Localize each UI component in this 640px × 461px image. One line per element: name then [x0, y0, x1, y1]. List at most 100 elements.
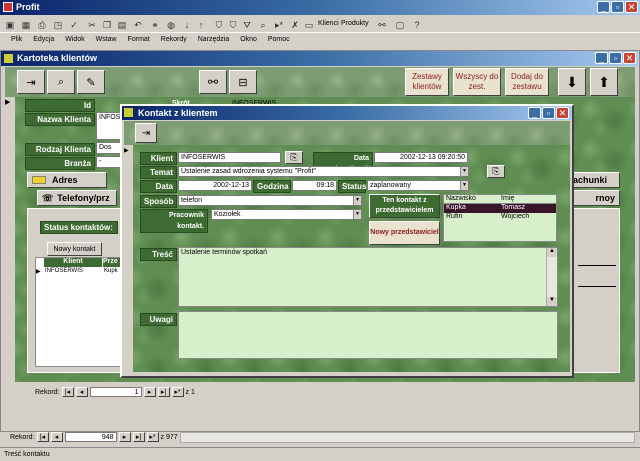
record-selector[interactable]: ▶ — [5, 97, 15, 382]
menu-edycja[interactable]: Edycja — [33, 36, 54, 43]
dialog-record-selector[interactable]: ▶ — [124, 145, 133, 372]
sposob-field[interactable]: telefon ▼ — [178, 195, 362, 206]
preview-icon[interactable]: ◳ — [51, 19, 65, 31]
rep-row-1[interactable]: Kupka Tomasz — [444, 204, 556, 213]
pracownik-field[interactable]: Koziołek ▼ — [211, 209, 362, 220]
menu-rekordy[interactable]: Rekordy — [161, 36, 187, 43]
sort-asc-icon[interactable]: ↓ — [180, 19, 194, 31]
save-icon[interactable]: ▦ — [19, 19, 33, 31]
undo-icon[interactable]: ↶ — [131, 19, 145, 31]
dialog-exit-button[interactable]: ⇥ — [135, 123, 157, 143]
print-icon[interactable]: ⎙ — [35, 19, 49, 31]
rep-header-nazwisko: Nazwisko — [446, 195, 476, 202]
edit-button[interactable]: ✎ — [77, 70, 105, 94]
list-button[interactable]: ⊟ — [229, 70, 257, 94]
footer-scrollbar[interactable] — [180, 432, 635, 443]
tab-adres[interactable]: Adres — [27, 172, 107, 188]
klient-field[interactable]: INFOSERWIS — [178, 152, 281, 163]
kartoteka-minimize[interactable]: _ — [595, 52, 608, 64]
scroll-down-icon[interactable]: ▼ — [547, 297, 557, 306]
menu-narzedzia[interactable]: Narzędzia — [198, 36, 230, 43]
pracownik-dropdown-icon[interactable]: ▼ — [353, 210, 361, 219]
footer-new-button[interactable]: ▸* — [146, 432, 159, 442]
klient-lookup-button[interactable]: ⎘ — [285, 151, 303, 164]
new-record-icon[interactable]: ▸* — [272, 19, 286, 31]
footer-prev-button[interactable]: ◂ — [50, 432, 63, 442]
dialog-close[interactable]: ✕ — [556, 107, 569, 119]
sposob-dropdown-icon[interactable]: ▼ — [353, 196, 361, 205]
copy-icon[interactable]: ❐ — [100, 19, 114, 31]
inner-next-button[interactable]: ▸ — [143, 387, 156, 397]
subtable-row-klient[interactable]: INFOSERWIS — [45, 268, 83, 274]
maximize-button[interactable]: ▫ — [611, 1, 624, 13]
inner-first-button[interactable]: |◂ — [61, 387, 74, 397]
rep-row-2[interactable]: Rufin Wojciech — [444, 213, 556, 222]
inner-prev-button[interactable]: ◂ — [75, 387, 88, 397]
binoculars-icon[interactable]: ⚯ — [375, 19, 389, 31]
uwagi-field[interactable] — [178, 311, 558, 359]
temat-dropdown-icon[interactable]: ▼ — [460, 167, 468, 176]
help-icon[interactable]: ? — [410, 19, 424, 31]
temat-lookup-button[interactable]: ⎘ — [487, 165, 505, 178]
menu-plik[interactable]: Plik — [11, 36, 22, 43]
temat-field[interactable]: Ustalenie zasad wdrożenia systemu "Profi… — [178, 166, 469, 177]
tab-telefony[interactable]: ☏ Telefony/prz — [37, 190, 117, 206]
scroll-up-icon[interactable]: ▲ — [547, 248, 557, 257]
ten-kontakt-button[interactable]: Ten kontakt z przedstawicielem — [369, 194, 440, 218]
view-icon[interactable]: ▣ — [3, 19, 17, 31]
binoculars-button[interactable]: ⚯ — [199, 70, 227, 94]
subtable-row-selector[interactable]: ▶ — [36, 268, 41, 275]
footer-next-button[interactable]: ▸ — [118, 432, 131, 442]
godzina-field[interactable]: 09:18 — [292, 180, 337, 191]
dialog-maximize[interactable]: ▫ — [542, 107, 555, 119]
search-button[interactable]: ⌕ — [47, 70, 75, 94]
apply-filter-icon[interactable]: ⛛ — [240, 19, 254, 31]
menu-format[interactable]: Format — [128, 36, 150, 43]
menu-wstaw[interactable]: Wstaw — [96, 36, 117, 43]
dialog-minimize[interactable]: _ — [528, 107, 541, 119]
menu-okno[interactable]: Okno — [240, 36, 257, 43]
wszyscy-button[interactable]: Wszyscy do zest. — [453, 68, 501, 96]
tresc-field[interactable]: Ustalenie terminów spotkań — [178, 247, 558, 307]
cut-icon[interactable]: ✂ — [85, 19, 99, 31]
sort-desc-icon[interactable]: ↑ — [194, 19, 208, 31]
globe-icon[interactable]: ◍ — [164, 19, 178, 31]
link-icon[interactable]: ⚭ — [148, 19, 162, 31]
properties-icon[interactable]: ▭ — [302, 19, 316, 31]
inner-last-button[interactable]: ▸| — [157, 387, 170, 397]
kartoteka-maximize[interactable]: ▫ — [609, 52, 622, 64]
nowy-przedstawiciel-button[interactable]: Nowy przedstawiciel — [369, 221, 440, 245]
data-label: Data — [140, 180, 177, 193]
zestawy-button[interactable]: Zestawy klientów — [405, 68, 449, 96]
menu-widok[interactable]: Widok — [65, 36, 84, 43]
exit-button[interactable]: ⇥ — [17, 70, 45, 94]
footer-record-field[interactable]: 948 — [64, 432, 117, 442]
status-field[interactable]: zaplanowany ▼ — [367, 180, 469, 191]
footer-last-button[interactable]: ▸| — [132, 432, 145, 442]
status-dropdown-icon[interactable]: ▼ — [460, 181, 468, 190]
filter-form-icon[interactable]: ⛉ — [226, 19, 240, 31]
find-icon[interactable]: ⌕ — [256, 19, 270, 31]
data-field[interactable]: 2002-12-13 — [178, 180, 252, 191]
inner-new-button[interactable]: ▸* — [171, 387, 184, 397]
filter-icon[interactable]: ⛉ — [212, 19, 226, 31]
close-button[interactable]: ✕ — [625, 1, 638, 13]
paste-icon[interactable]: ▤ — [115, 19, 129, 31]
nowy-kontakt-button[interactable]: Nowy kontakt — [47, 242, 102, 256]
minimize-button[interactable]: _ — [597, 1, 610, 13]
produkty-button[interactable]: Produkty — [341, 20, 369, 27]
next-arrow-button[interactable]: ⬇ — [558, 68, 586, 96]
subtable-row-prze[interactable]: Kupk — [104, 268, 118, 274]
window-icon[interactable]: ▢ — [393, 19, 407, 31]
dodaj-button[interactable]: Dodaj do zestawu — [505, 68, 549, 96]
delete-record-icon[interactable]: ✗ — [288, 19, 302, 31]
tresc-scrollbar[interactable]: ▲ ▼ — [546, 248, 557, 306]
spell-icon[interactable]: ✓ — [67, 19, 81, 31]
menu-pomoc[interactable]: Pomoc — [268, 36, 290, 43]
inner-record-field[interactable]: 1 — [89, 387, 142, 397]
right-panel-lines — [578, 265, 616, 287]
prev-arrow-button[interactable]: ⬆ — [590, 68, 618, 96]
footer-first-button[interactable]: |◂ — [36, 432, 49, 442]
kartoteka-close[interactable]: ✕ — [623, 52, 636, 64]
klienci-button[interactable]: Klienci — [318, 20, 339, 27]
